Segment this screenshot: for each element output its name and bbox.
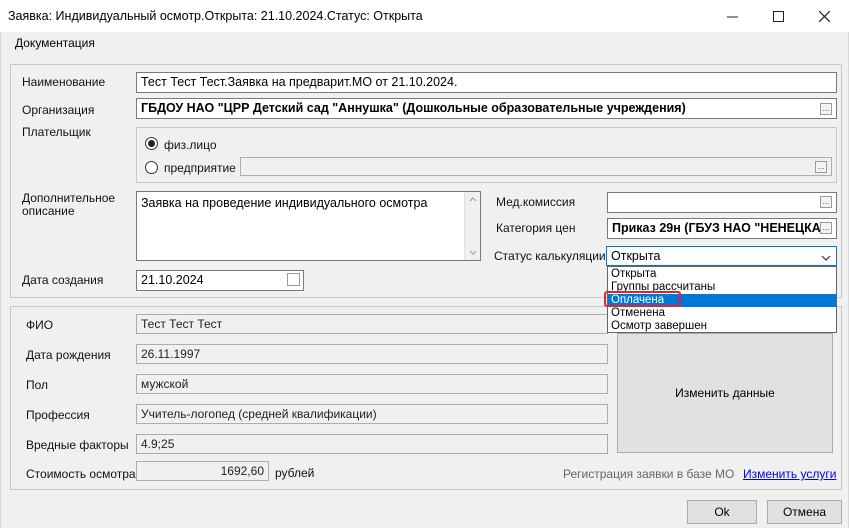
calc-status-option[interactable]: Осмотр завершен <box>608 320 836 333</box>
sex-field: мужской <box>136 374 608 394</box>
description-scrollbar[interactable] <box>464 192 480 260</box>
change-services-link[interactable]: Изменить услуги <box>743 467 836 481</box>
title-bar: Заявка: Индивидуальный осмотр.Открыта: 2… <box>0 0 849 32</box>
calendar-icon[interactable] <box>287 273 300 286</box>
ok-button[interactable]: Ok <box>687 500 757 524</box>
profession-field: Учитель-логопед (средней квалификации) <box>136 404 608 424</box>
organization-label: Организация <box>22 103 95 117</box>
price-category-field[interactable]: Приказ 29н (ГБУЗ НАО "НЕНЕЦКАЯ <box>607 218 837 239</box>
price-category-ellipsis-icon[interactable]: ... <box>820 222 832 234</box>
payer-individual-label: физ.лицо <box>164 138 217 152</box>
maximize-icon[interactable] <box>755 0 801 32</box>
organization-ellipsis-icon[interactable]: ... <box>820 103 832 115</box>
close-icon[interactable] <box>801 0 847 32</box>
commission-ellipsis-icon[interactable]: ... <box>820 196 832 208</box>
window-title: Заявка: Индивидуальный осмотр.Открыта: 2… <box>8 9 423 23</box>
change-data-label: Изменить данные <box>675 386 775 400</box>
dob-label: Дата рождения <box>26 348 111 362</box>
harmful-factors-field: 4.9;25 <box>136 434 608 454</box>
menu-documentation[interactable]: Документация <box>15 36 95 50</box>
payer-company-label: предприятие <box>164 161 236 175</box>
extra-description-text: Заявка на проведение индивидуального осм… <box>141 196 428 210</box>
harmful-factors-label: Вредные факторы <box>26 438 129 452</box>
highlight-box <box>604 291 681 307</box>
payer-company-field[interactable] <box>240 157 832 176</box>
payer-company-ellipsis-icon[interactable]: ... <box>815 161 827 173</box>
commission-field[interactable] <box>607 192 837 213</box>
ok-label: Ok <box>714 505 730 519</box>
cost-field: 1692,60 <box>136 461 269 481</box>
commission-label: Мед.комиссия <box>496 195 576 209</box>
calc-status-option[interactable]: Отменена <box>608 307 836 320</box>
extra-description-field[interactable]: Заявка на проведение индивидуального осм… <box>136 191 481 261</box>
organization-field[interactable]: ГБДОУ НАО "ЦРР Детский сад "Аннушка" (До… <box>136 98 837 119</box>
created-date-label: Дата создания <box>22 273 104 287</box>
calc-status-option[interactable]: Открыта <box>608 268 836 281</box>
calc-status-value: Открыта <box>611 249 661 263</box>
extra-description-label: Дополнительное описание <box>22 191 116 218</box>
chevron-down-icon[interactable] <box>821 251 831 265</box>
cost-label: Стоимость осмотра <box>26 467 136 481</box>
dob-field: 26.11.1997 <box>136 344 608 364</box>
cancel-button[interactable]: Отмена <box>767 500 842 524</box>
payer-individual-radio[interactable] <box>145 137 158 150</box>
profession-label: Профессия <box>26 408 90 422</box>
name-field[interactable]: Тест Тест Тест.Заявка на предварит.МО от… <box>136 72 837 93</box>
cost-unit: рублей <box>275 466 315 480</box>
change-data-button[interactable]: Изменить данные <box>617 333 833 453</box>
calc-status-label: Статус калькуляции <box>494 249 606 263</box>
sex-label: Пол <box>26 378 49 392</box>
created-date-field[interactable]: 21.10.2024 <box>136 270 304 291</box>
registration-text: Регистрация заявки в базе МО <box>563 467 735 481</box>
payer-company-radio[interactable] <box>145 161 158 174</box>
minimize-icon[interactable] <box>709 0 755 32</box>
calc-status-select[interactable]: Открыта <box>606 246 837 266</box>
fio-field: Тест Тест Тест <box>136 314 608 334</box>
name-label: Наименование <box>22 75 106 89</box>
payer-label: Плательщик <box>22 125 91 139</box>
fio-label: ФИО <box>26 318 54 332</box>
price-category-label: Категория цен <box>496 221 576 235</box>
cancel-label: Отмена <box>782 505 827 519</box>
